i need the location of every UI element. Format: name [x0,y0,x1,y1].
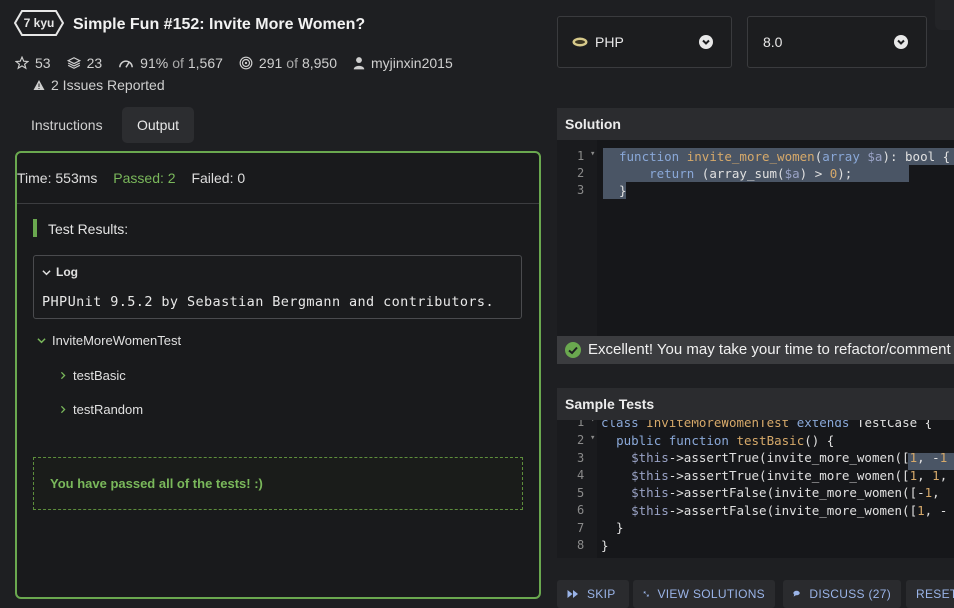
kyu-rank-badge: 7 kyu [14,10,64,36]
test-suite-toggle[interactable]: InviteMoreWomenTest [37,333,181,348]
collections-stat[interactable]: 23 [66,55,103,71]
test-item[interactable]: testBasic [59,368,126,383]
collections-count: 23 [86,55,103,71]
sample-tests-code: class InviteMoreWomenTest extends TestCa… [601,420,948,553]
solution-editor[interactable]: 1 ▾ 2 3 function invite_more_women(array… [557,140,954,336]
success-banner: Excellent! You may take your time to ref… [557,336,954,364]
sample-tests-title: Sample Tests [565,396,655,412]
test-item[interactable]: testRandom [59,402,143,417]
gauge-icon [119,60,134,68]
language-select[interactable]: PHP [557,16,732,68]
chevron-right-icon [60,405,66,414]
success-message: Excellent! You may take your time to ref… [588,341,954,358]
completed-of-label: of [286,55,298,71]
line-number: 1 [577,420,585,429]
fold-arrow-icon[interactable]: ▾ [590,420,595,425]
fold-arrow-icon[interactable]: ▾ [590,149,595,159]
star-icon [15,56,29,70]
view-solutions-label: VIEW SOLUTIONS [657,587,765,601]
summary-divider [17,203,539,204]
completed-count: 291 [258,55,283,71]
chevron-down-icon [37,338,46,344]
layers-icon [66,57,81,69]
solution-code: function invite_more_women(array $a): bo… [619,149,951,198]
stars-stat[interactable]: 53 [15,55,51,71]
user-icon [353,57,365,70]
comments-icon [793,590,800,597]
fast-forward-icon [567,590,578,598]
failed-count: Failed: 0 [191,170,246,186]
test-summary: Time: 553ms Passed: 2 Failed: 0 [17,170,257,186]
passed-count: Passed: 2 [113,170,176,186]
line-number: 2 [577,166,585,180]
chevron-down-icon [894,35,908,49]
satisfaction-votes: 1,567 [187,55,223,71]
stars-count: 53 [35,55,51,71]
satisfaction-rate: 91% [140,55,169,71]
log-output: PHPUnit 9.5.2 by Sebastian Bergmann and … [42,294,494,310]
line-number: 2 [577,433,585,447]
chevron-right-icon [60,371,66,380]
sample-tests-header: Sample Tests [557,388,954,420]
test-results-heading: Test Results: [48,221,129,237]
author-name: myjinxin2015 [371,55,453,71]
language-value: PHP [595,34,624,50]
reset-label: RESET [916,587,954,601]
tab-instructions[interactable]: Instructions [16,107,118,143]
pass-message: You have passed all of the tests! :) [50,476,263,491]
discuss-label: DISCUSS (27) [809,587,891,601]
results-accent-bar [33,219,37,237]
test-name: testBasic [73,368,126,383]
line-number: 1 [577,149,585,163]
issues-reported-link[interactable]: 2 Issues Reported [33,77,165,93]
warning-icon [33,80,45,90]
line-number: 7 [577,521,585,535]
author-stat[interactable]: myjinxin2015 [353,55,453,71]
line-number: 4 [577,468,585,482]
target-icon [239,56,253,70]
completed-stat: 291 of 8,950 [239,55,337,71]
test-time: Time: 553ms [17,170,98,186]
test-name: testRandom [73,402,144,417]
solution-header: Solution [557,108,954,140]
skip-button[interactable]: SKIP [557,580,629,608]
line-number: 6 [577,503,585,517]
kata-title[interactable]: Simple Fun #152: Invite More Women? [73,16,365,34]
corner-widget [935,0,954,30]
log-toggle[interactable]: Log [42,265,78,279]
line-number: 3 [577,183,585,197]
chevron-down-icon [699,35,713,49]
test-suite-name: InviteMoreWomenTest [52,333,182,348]
line-number: 8 [577,538,585,552]
issues-label: 2 Issues Reported [51,77,165,93]
sample-tests-editor[interactable]: 1 ▾ 2 ▾ 3 4 5 6 7 8 class InviteMoreWome… [557,420,954,558]
chevron-down-icon [42,269,51,275]
skip-label: SKIP [587,587,616,601]
php-logo-icon [572,37,588,47]
solution-title: Solution [565,116,621,132]
view-solutions-button[interactable]: VIEW SOLUTIONS [633,580,775,608]
satisfaction-stat: 91% of 1,567 [118,55,223,71]
check-circle-icon [565,342,581,358]
refresh-arrows-icon [643,591,649,597]
tab-output[interactable]: Output [122,107,195,143]
kyu-rank-label: 7 kyu [23,16,55,30]
line-number: 5 [577,486,585,500]
reset-button[interactable]: RESET [906,580,954,608]
fold-arrow-icon[interactable]: ▾ [590,433,595,443]
version-value: 8.0 [763,34,783,50]
version-select[interactable]: 8.0 [747,16,927,68]
kata-stats: 53 23 91% of 1,567 291 of 8,950 myjinxin… [15,55,469,71]
discuss-button[interactable]: DISCUSS (27) [783,580,901,608]
satisfaction-of-label: of [172,55,184,71]
line-number: 3 [577,451,585,465]
completed-total: 8,950 [301,55,338,71]
log-label: Log [56,265,78,279]
